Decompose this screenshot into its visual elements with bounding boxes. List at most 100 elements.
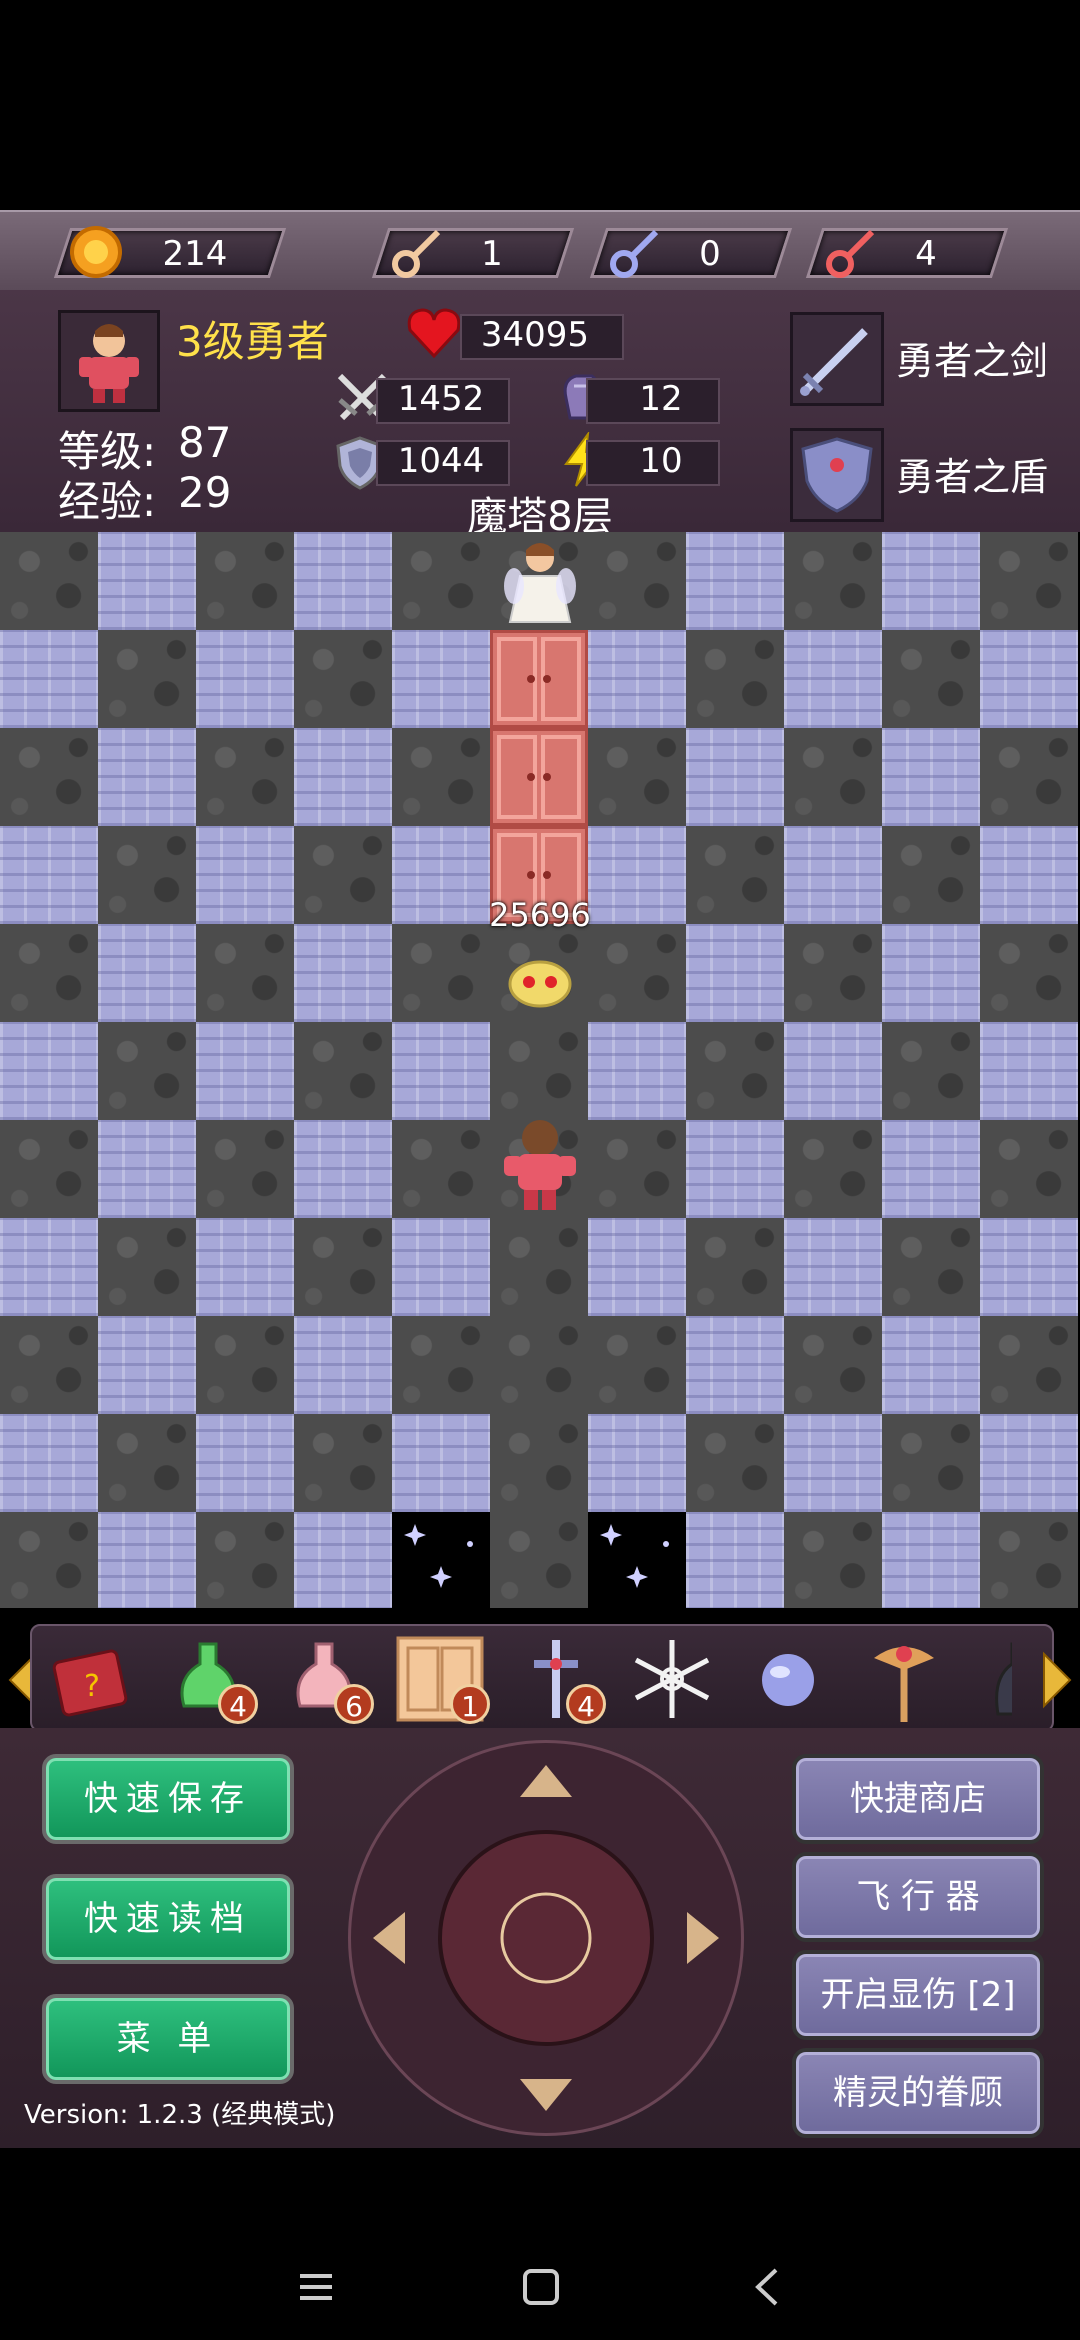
game-map[interactable]	[0, 532, 1080, 1608]
door-scroll-icon[interactable]: 1	[392, 1634, 490, 1724]
wall-tile	[588, 630, 686, 728]
wall-tile	[686, 1512, 784, 1608]
show-damage-button[interactable]: 开启显伤 [2]	[792, 1950, 1044, 2040]
item-count-badge: 4	[566, 1684, 606, 1724]
floor-tile	[0, 532, 98, 630]
wall-tile	[98, 728, 196, 826]
shield-slot[interactable]	[790, 428, 884, 522]
floor-tile	[784, 1512, 882, 1608]
quick-shop-button[interactable]: 快捷商店	[792, 1754, 1044, 1844]
monster-damage-label: 25696	[489, 896, 591, 934]
pink-potion-icon[interactable]: 6	[276, 1634, 374, 1724]
fairy-favor-button[interactable]: 精灵的眷顾	[792, 2048, 1044, 2138]
floor-tile	[784, 924, 882, 1022]
wall-tile	[980, 1218, 1078, 1316]
staff-icon[interactable]	[856, 1634, 952, 1724]
wall-tile	[98, 1512, 196, 1608]
star-void-tile	[588, 1512, 686, 1608]
home-icon[interactable]	[522, 2268, 560, 2310]
floor-tile	[882, 630, 980, 728]
floor-tile	[392, 532, 490, 630]
flyer-button[interactable]: 飞 行 器	[792, 1852, 1044, 1942]
wall-tile	[98, 924, 196, 1022]
wall-tile	[0, 630, 98, 728]
scroll-right-arrow-icon[interactable]	[1040, 1650, 1074, 1714]
wall-tile	[392, 1218, 490, 1316]
floor-tile	[784, 1120, 882, 1218]
menu-button[interactable]: 菜 单	[42, 1994, 294, 2084]
gold-count: 214	[162, 234, 228, 274]
hero-title: 3级勇者	[176, 317, 329, 366]
wall-tile	[588, 1414, 686, 1512]
floor-tile	[686, 1022, 784, 1120]
shield-name: 勇者之盾	[896, 455, 1049, 499]
recent-apps-icon[interactable]	[298, 2270, 334, 2308]
floor-tile	[588, 728, 686, 826]
floor-tile	[980, 1120, 1078, 1218]
floor-tile	[784, 1316, 882, 1414]
floor-tile	[0, 924, 98, 1022]
wall-tile	[196, 1218, 294, 1316]
wall-tile	[294, 1316, 392, 1414]
floor-tile	[294, 1022, 392, 1120]
weapon-slot[interactable]	[790, 312, 884, 406]
floor-tile	[0, 1512, 98, 1608]
floor-tile	[392, 728, 490, 826]
wall-tile	[0, 1218, 98, 1316]
hp-value: 34095	[480, 315, 590, 355]
wall-tile	[0, 1022, 98, 1120]
wall-tile	[196, 826, 294, 924]
floor-tile	[490, 1414, 588, 1512]
floor-tile	[784, 728, 882, 826]
orb-icon[interactable]	[740, 1634, 836, 1724]
floor-tile	[392, 1120, 490, 1218]
wall-tile	[882, 1512, 980, 1608]
wall-tile	[686, 924, 784, 1022]
wall-tile	[784, 1414, 882, 1512]
bottle-icon[interactable]	[972, 1634, 1012, 1724]
floor-tile	[980, 728, 1078, 826]
wall-tile	[882, 728, 980, 826]
cross-sword-icon[interactable]: 4	[508, 1634, 606, 1724]
monster-manual-book-icon[interactable]: ?	[44, 1634, 140, 1724]
gold-coin-icon	[68, 224, 124, 280]
wall-tile	[294, 924, 392, 1022]
floor-tile	[686, 1414, 784, 1512]
floor-tile	[686, 630, 784, 728]
level-value: 87	[178, 418, 232, 467]
wall-tile	[686, 728, 784, 826]
exp-value: 29	[178, 468, 232, 517]
wall-tile	[686, 532, 784, 630]
dpad-down-arrow-icon[interactable]	[516, 2075, 576, 2119]
back-icon[interactable]	[752, 2266, 782, 2312]
floor-tile	[980, 1316, 1078, 1414]
floor-tile	[196, 1512, 294, 1608]
item-count-badge: 4	[218, 1684, 258, 1724]
floor-tile	[98, 826, 196, 924]
dpad-up-arrow-icon[interactable]	[516, 1761, 576, 1805]
dpad[interactable]	[348, 1740, 744, 2136]
version-label: Version: 1.2.3 (经典模式)	[24, 2100, 336, 2130]
blue-key-count: 0	[699, 234, 721, 274]
wall-tile	[784, 630, 882, 728]
red-door-tile	[490, 728, 588, 826]
quick-save-button[interactable]: 快速保存	[42, 1754, 294, 1844]
floor-tile	[980, 924, 1078, 1022]
floor-tile	[588, 1316, 686, 1414]
floor-tile	[196, 1120, 294, 1218]
item-count-badge: 1	[450, 1684, 490, 1724]
yellow-slime-monster[interactable]	[504, 950, 576, 1010]
fairy-npc[interactable]	[500, 536, 580, 628]
wall-tile	[882, 924, 980, 1022]
floor-tile	[196, 728, 294, 826]
dpad-right-arrow-icon[interactable]	[683, 1908, 723, 1972]
floor-tile	[588, 1120, 686, 1218]
dpad-left-arrow-icon[interactable]	[369, 1908, 409, 1972]
green-potion-icon[interactable]: 4	[160, 1634, 258, 1724]
floor-tile	[98, 1022, 196, 1120]
snowflake-icon[interactable]	[624, 1634, 720, 1724]
floor-tile	[196, 924, 294, 1022]
wall-tile	[294, 728, 392, 826]
magic-defense-value: 12	[639, 379, 683, 419]
quick-load-button[interactable]: 快速读档	[42, 1874, 294, 1964]
